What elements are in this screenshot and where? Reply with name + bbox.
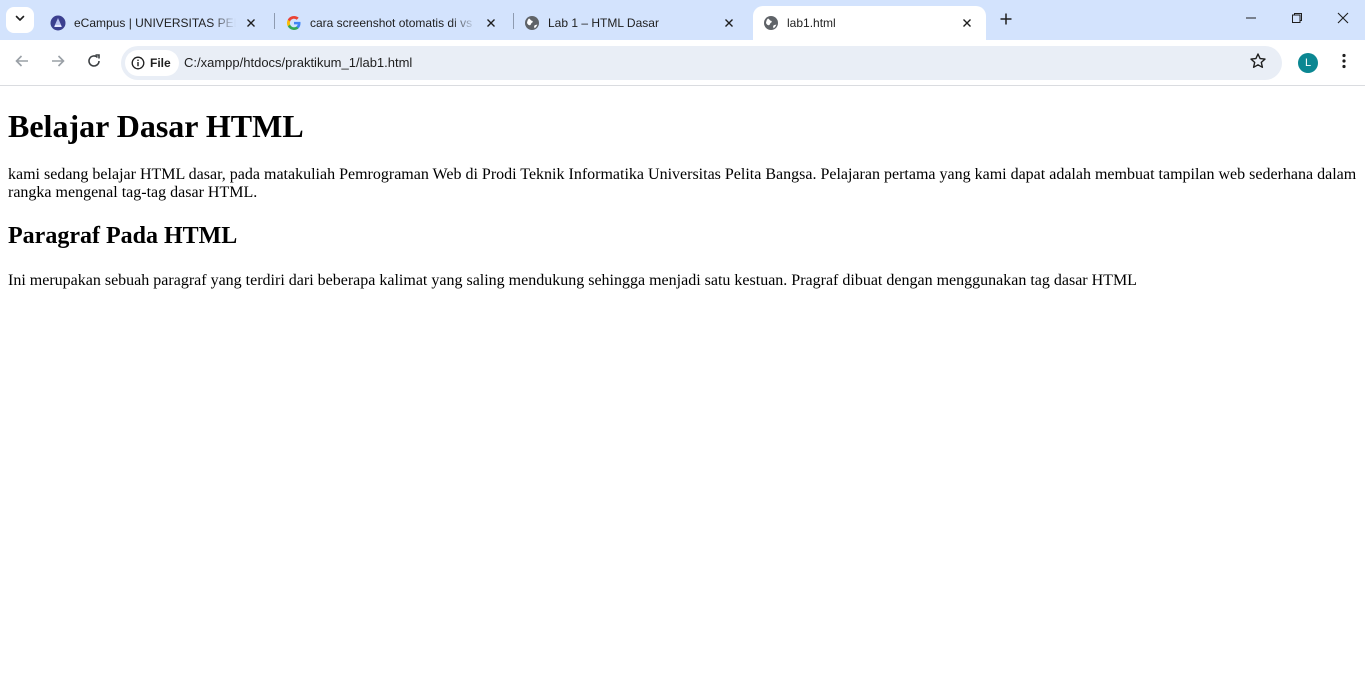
- chevron-down-icon: [14, 11, 26, 29]
- intro-paragraph: kami sedang belajar HTML dasar, pada mat…: [8, 166, 1357, 201]
- info-icon: [131, 56, 145, 70]
- close-icon: [1337, 11, 1349, 29]
- avatar[interactable]: L: [1298, 53, 1318, 73]
- tab-title: Lab 1 – HTML Dasar: [548, 16, 659, 30]
- tab-title: lab1.html: [787, 16, 836, 30]
- tab-title: cara screenshot otomatis di vs code: [310, 16, 476, 30]
- bookmark-button[interactable]: [1248, 52, 1268, 75]
- restore-button[interactable]: [1274, 0, 1320, 40]
- page-title: Belajar Dasar HTML: [8, 108, 304, 144]
- reload-icon: [86, 53, 102, 74]
- minimize-button[interactable]: [1228, 0, 1274, 40]
- new-tab-button[interactable]: [994, 9, 1018, 33]
- star-icon: [1249, 52, 1267, 75]
- body-paragraph: Ini merupakan sebuah paragraf yang terdi…: [8, 272, 1137, 289]
- tab-separator: [274, 13, 275, 29]
- google-g-icon: [286, 15, 302, 31]
- arrow-left-icon: [14, 53, 30, 74]
- arrow-right-icon: [50, 53, 66, 74]
- globe-icon: [524, 15, 540, 31]
- close-icon[interactable]: [720, 14, 738, 32]
- close-icon[interactable]: [958, 14, 976, 32]
- plus-icon: [999, 12, 1013, 31]
- tab-title: eCampus | UNIVERSITAS PELITA BANGSA: [74, 16, 236, 30]
- tab-lab1-html-dasar[interactable]: Lab 1 – HTML Dasar: [514, 6, 748, 40]
- browser-menu-button[interactable]: [1333, 50, 1355, 76]
- back-button[interactable]: [8, 49, 36, 77]
- tab-lab1-html-active[interactable]: lab1.html: [753, 6, 986, 40]
- forward-button[interactable]: [44, 49, 72, 77]
- site-info-chip[interactable]: File: [125, 50, 179, 76]
- url-text[interactable]: C:/xampp/htdocs/praktikum_1/lab1.html: [184, 55, 412, 70]
- globe-icon: [763, 15, 779, 31]
- minimize-icon: [1245, 11, 1257, 29]
- close-window-button[interactable]: [1320, 0, 1365, 40]
- address-bar[interactable]: File C:/xampp/htdocs/praktikum_1/lab1.ht…: [121, 46, 1282, 80]
- tab-search-button[interactable]: [6, 7, 34, 33]
- tab-ecampus[interactable]: eCampus | UNIVERSITAS PELITA BANGSA: [40, 6, 270, 40]
- more-vertical-icon: [1342, 53, 1346, 74]
- close-icon[interactable]: [482, 14, 500, 32]
- tab-google-search[interactable]: cara screenshot otomatis di vs code: [276, 6, 510, 40]
- restore-icon: [1291, 11, 1303, 29]
- reload-button[interactable]: [80, 49, 108, 77]
- browser-toolbar: File C:/xampp/htdocs/praktikum_1/lab1.ht…: [0, 40, 1365, 86]
- campus-logo-icon: [50, 15, 66, 31]
- web-page-content: Belajar Dasar HTML kami sedang belajar H…: [0, 87, 1365, 699]
- close-icon[interactable]: [242, 14, 260, 32]
- tab-strip: eCampus | UNIVERSITAS PELITA BANGSA cara…: [0, 0, 1365, 40]
- section-heading: Paragraf Pada HTML: [8, 223, 238, 249]
- site-info-label: File: [150, 56, 171, 70]
